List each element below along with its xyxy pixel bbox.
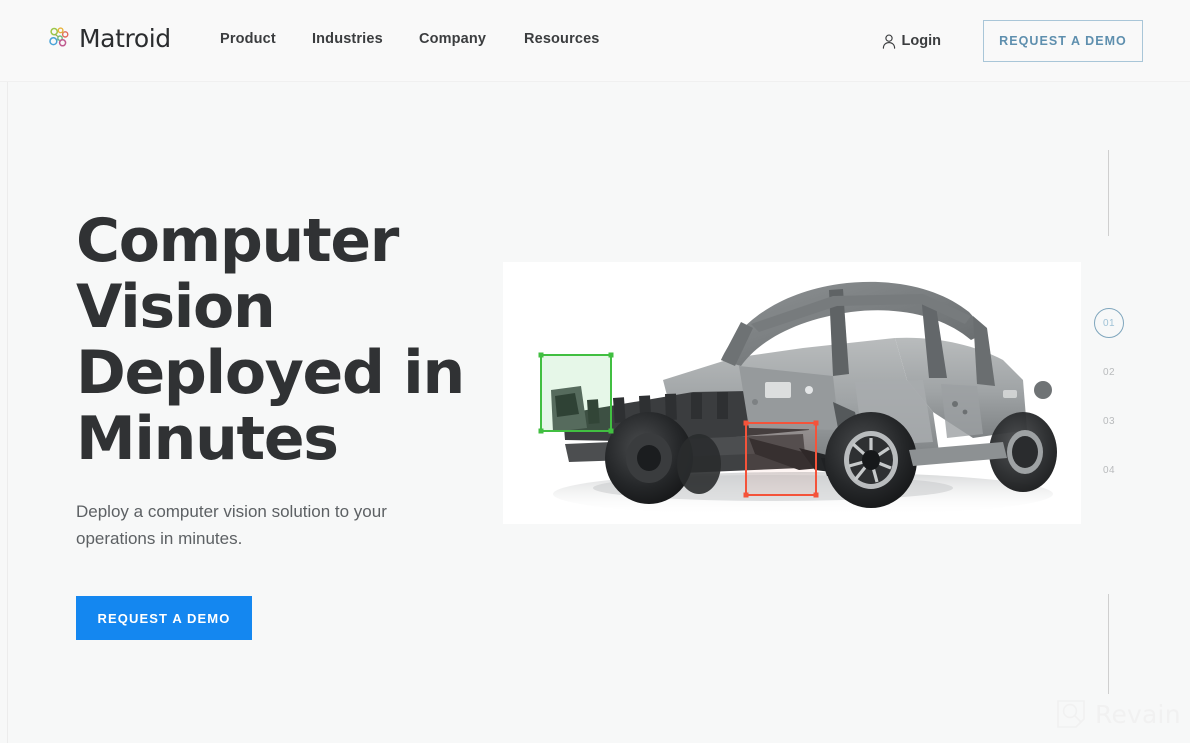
hero-section: Computer Vision Deployed in Minutes Depl…: [76, 208, 506, 640]
matroid-circles-logo-icon: [47, 26, 72, 51]
hero-subtitle: Deploy a computer vision solution to you…: [76, 502, 387, 548]
nav-item-industries[interactable]: Industries: [312, 31, 419, 47]
hero-request-demo-button[interactable]: REQUEST A DEMO: [76, 596, 252, 640]
main-nav: Product Industries Company Resources: [220, 31, 624, 47]
login-link[interactable]: Login: [882, 20, 941, 62]
carousel-dot-01[interactable]: 01: [1094, 308, 1124, 338]
rail-line-bottom: [1108, 594, 1109, 694]
nav-item-product[interactable]: Product: [220, 31, 312, 47]
hero-image-car-chassis: [503, 262, 1081, 524]
header-request-demo-button[interactable]: REQUEST A DEMO: [983, 20, 1143, 62]
rail-line-top: [1108, 150, 1109, 236]
carousel-dots: 01 02 03 04: [1094, 308, 1124, 504]
header-actions: Login REQUEST A DEMO: [882, 20, 1143, 62]
page-title: Computer Vision Deployed in Minutes: [76, 206, 465, 474]
revain-watermark: Revain: [1056, 699, 1181, 729]
carousel-dot-02[interactable]: 02: [1094, 357, 1124, 387]
carousel-dot-04[interactable]: 04: [1094, 455, 1124, 485]
carousel-rail: 01 02 03 04: [1094, 148, 1124, 696]
site-header: Matroid Product Industries Company Resou…: [0, 0, 1190, 82]
login-label: Login: [901, 33, 941, 49]
revain-watermark-text: Revain: [1095, 699, 1181, 729]
nav-item-resources[interactable]: Resources: [524, 31, 624, 47]
revain-magnifier-icon: [1056, 699, 1086, 729]
brand-logo[interactable]: Matroid: [47, 26, 171, 51]
page-edge-rule: [7, 0, 8, 743]
brand-name: Matroid: [79, 24, 171, 53]
user-icon: [882, 34, 896, 49]
carousel-dot-03[interactable]: 03: [1094, 406, 1124, 436]
nav-item-company[interactable]: Company: [419, 31, 524, 47]
